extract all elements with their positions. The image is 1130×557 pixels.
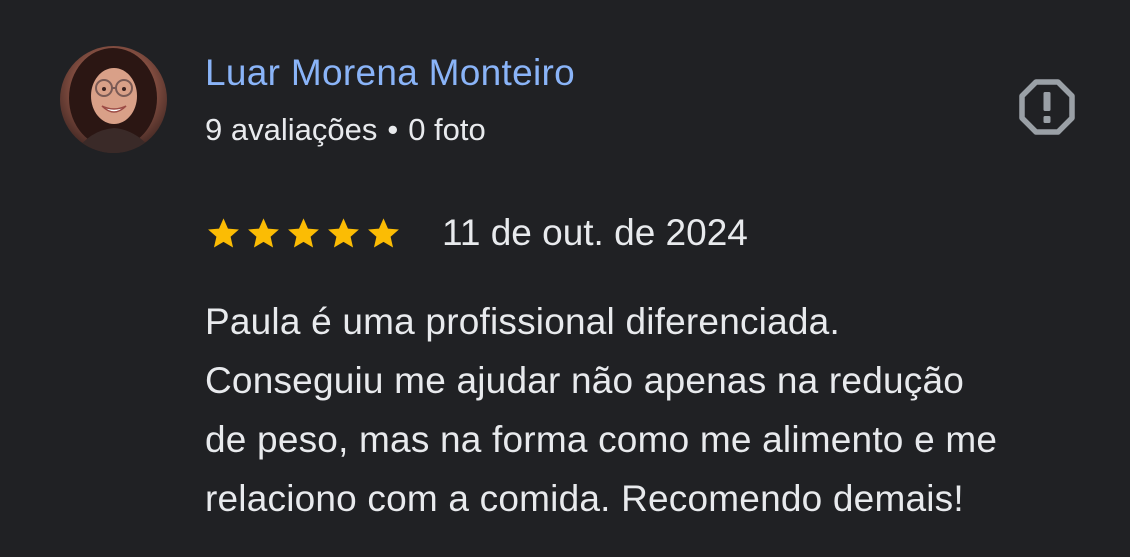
reviews-count: 9 avaliações: [205, 112, 378, 147]
review-text-line: relaciono com a comida. Recomendo demais…: [205, 478, 964, 519]
report-flag-icon: [1019, 79, 1075, 135]
star-icon: [288, 217, 319, 248]
review-text-line: Conseguiu me ajudar não apenas na reduçã…: [205, 360, 965, 401]
review-text-line: de peso, mas na forma como me alimento e…: [205, 419, 998, 460]
star-rating: [205, 215, 402, 252]
author-meta: 9 avaliações • 0 foto: [205, 112, 486, 148]
rating-row: 11 de out. de 2024: [205, 210, 748, 256]
star-icon: [248, 217, 279, 248]
star-icon: [328, 217, 359, 248]
review-text: Paula é uma profissional diferenciada. C…: [205, 292, 1125, 528]
author-name-link[interactable]: Luar Morena Monteiro: [205, 52, 575, 94]
review-date: 11 de out. de 2024: [442, 212, 748, 253]
review-card: Luar Morena Monteiro 9 avaliações • 0 foto…: [0, 0, 1130, 557]
star-icon: [368, 217, 399, 248]
photos-count: 0 foto: [408, 112, 486, 147]
star-icon: [208, 217, 239, 248]
avatar-photo-icon: [69, 48, 157, 153]
meta-separator: •: [387, 112, 399, 147]
report-button[interactable]: [1018, 78, 1076, 136]
author-avatar[interactable]: [60, 46, 167, 153]
review-text-line: Paula é uma profissional diferenciada.: [205, 301, 840, 342]
